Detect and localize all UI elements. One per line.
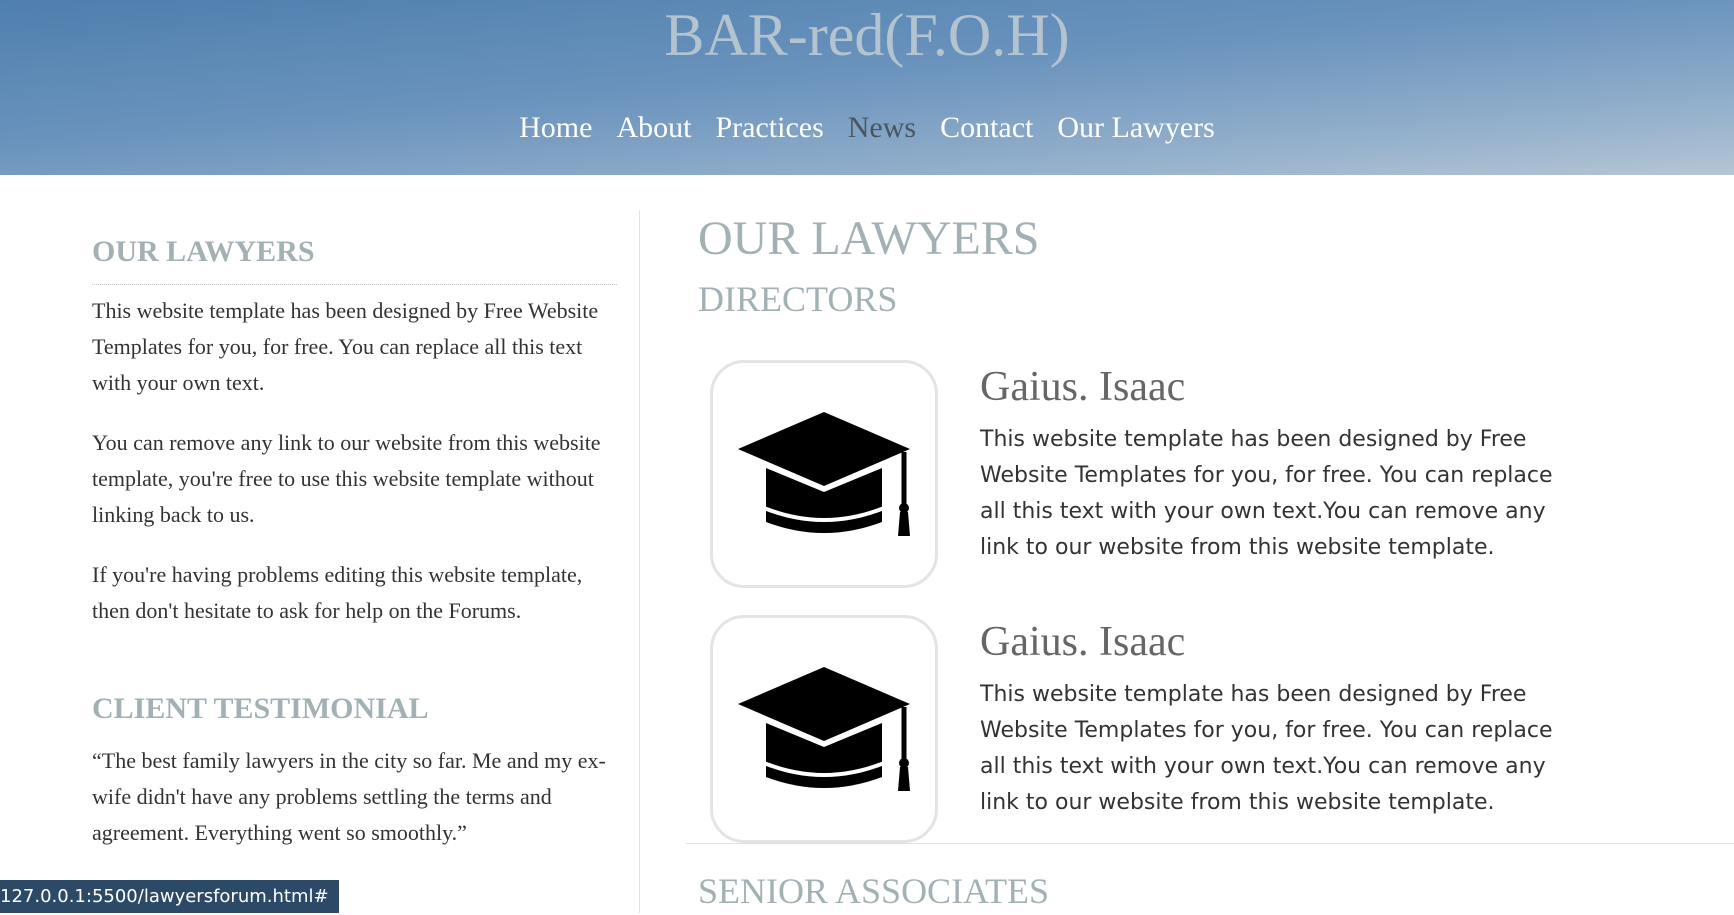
directors-heading: DIRECTORS (698, 279, 898, 319)
sidebar-lawyers-heading: OUR LAWYERS (92, 235, 315, 268)
nav-contact[interactable]: Contact (928, 106, 1045, 150)
nav-about[interactable]: About (604, 106, 703, 150)
lawyer-card: Gaius. Isaac This website template has b… (710, 360, 1710, 590)
lawyer-card: Gaius. Isaac This website template has b… (710, 615, 1710, 845)
main-nav: Home About Practices News Contact Our La… (0, 106, 1734, 150)
page-title: OUR LAWYERS (698, 212, 1040, 265)
column-divider (639, 210, 640, 913)
testimonial-heading: CLIENT TESTIMONIAL (92, 692, 429, 725)
site-title[interactable]: BAR-red(F.O.H) (0, 0, 1734, 70)
graduation-cap-icon (738, 412, 910, 536)
nav-home[interactable]: Home (507, 106, 604, 150)
nav-our-lawyers[interactable]: Our Lawyers (1045, 106, 1226, 150)
lawyer-bio: This website template has been designed … (980, 427, 1553, 560)
testimonial-text: “The best family lawyers in the city so … (92, 748, 606, 845)
lawyer-bio: This website template has been designed … (980, 682, 1553, 815)
lawyer-avatar[interactable] (710, 615, 938, 843)
senior-associates-heading: SENIOR ASSOCIATES (698, 871, 1050, 911)
lawyer-name[interactable]: Gaius. Isaac (980, 615, 1185, 669)
sidebar-paragraph: If you're having problems editing this w… (92, 562, 583, 623)
sidebar-paragraph: This website template has been designed … (92, 298, 599, 395)
section-divider (686, 843, 1734, 844)
browser-status-bar: 127.0.0.1:5500/lawyersforum.html# (0, 880, 339, 913)
graduation-cap-icon (738, 667, 910, 791)
status-url: 127.0.0.1:5500/lawyersforum.html# (0, 886, 329, 907)
nav-practices[interactable]: Practices (703, 106, 835, 150)
site-header: BAR-red(F.O.H) Home About Practices News… (0, 0, 1734, 175)
main-content: OUR LAWYERS DIRECTORS Gaius. Isaac This … (686, 205, 1734, 913)
nav-news[interactable]: News (836, 106, 928, 150)
sidebar: OUR LAWYERS This website template has be… (92, 210, 617, 875)
sidebar-paragraph: You can remove any link to our website f… (92, 430, 601, 527)
sidebar-divider-line (92, 284, 617, 285)
lawyer-name[interactable]: Gaius. Isaac (980, 360, 1185, 414)
lawyer-avatar[interactable] (710, 360, 938, 588)
